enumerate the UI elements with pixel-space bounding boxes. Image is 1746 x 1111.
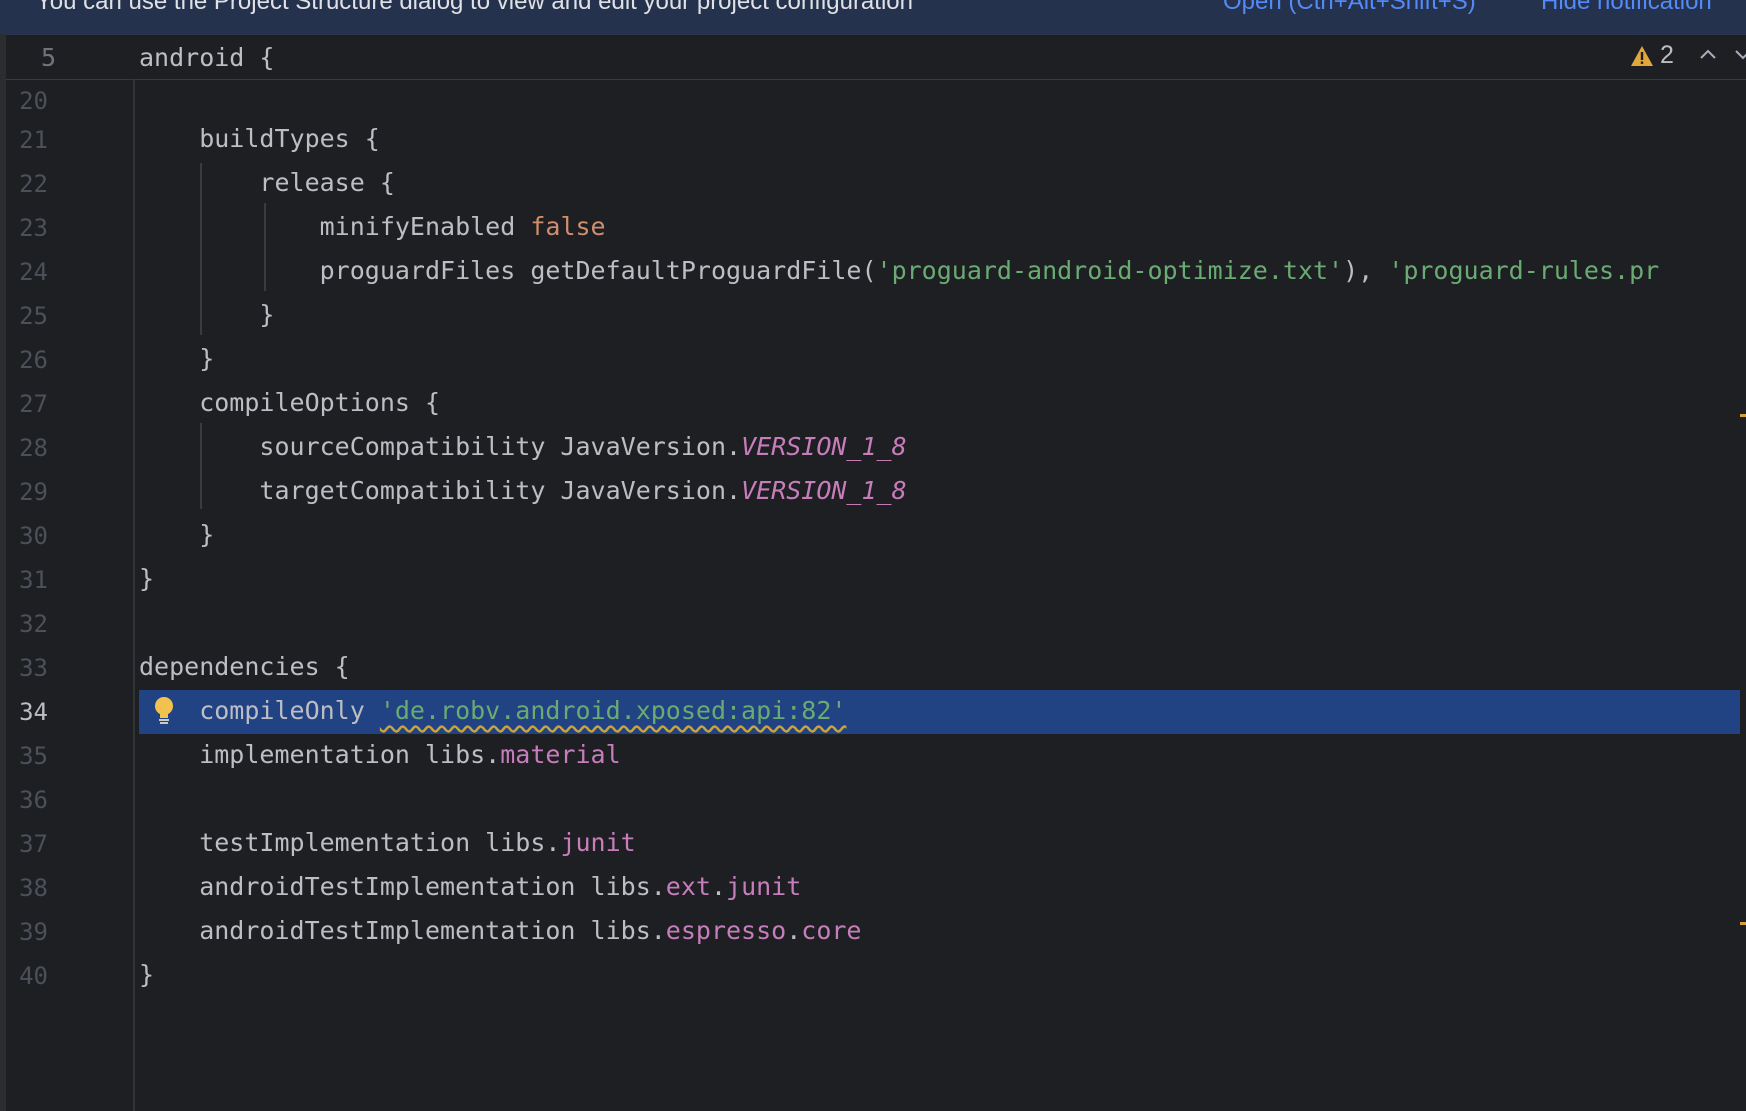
code-token: androidTestImplementation libs. — [139, 872, 666, 901]
code-line[interactable]: 32 — [6, 602, 1740, 646]
code-line[interactable]: 21 buildTypes { — [6, 118, 1740, 162]
code-token: compileOnly — [139, 696, 380, 725]
warning-count: 2 — [1660, 41, 1674, 69]
code-line[interactable]: 25 } — [6, 294, 1740, 338]
line-number: 32 — [19, 610, 48, 638]
code-token: . — [710, 872, 727, 901]
code-token: androidTestImplementation libs. — [139, 916, 666, 945]
code-token: targetCompatibility JavaVersion. — [139, 476, 742, 505]
code-line[interactable]: 24 proguardFiles getDefaultProguardFile(… — [6, 250, 1740, 294]
code-line[interactable]: 33 dependencies { — [6, 646, 1740, 690]
code-token: proguardFiles getDefaultProguardFile( — [139, 256, 877, 285]
string-token: 'proguard-rules.pr — [1388, 256, 1660, 285]
line-number: 40 — [19, 962, 48, 990]
code-token: testImplementation libs. — [139, 828, 561, 857]
line-number: 24 — [19, 258, 48, 286]
line-number: 30 — [19, 522, 48, 550]
line-number: 36 — [19, 786, 48, 814]
code-text: minifyEnabled false — [139, 212, 606, 241]
keyword-token: false — [530, 212, 606, 241]
code-text: androidTestImplementation libs.ext.junit — [139, 872, 801, 901]
property-token: material — [500, 740, 621, 769]
notification-bar: You can use the Project Structure dialog… — [0, 0, 1746, 35]
code-text: implementation libs.material — [139, 740, 621, 769]
line-number: 29 — [19, 478, 48, 506]
code-token: sourceCompatibility JavaVersion. — [139, 432, 742, 461]
line-number: 38 — [19, 874, 48, 902]
code-line[interactable]: 27 compileOptions { — [6, 382, 1740, 426]
line-number: 39 — [19, 918, 48, 946]
lightbulb-icon[interactable] — [153, 696, 175, 730]
previous-highlight-icon[interactable] — [1698, 39, 1718, 75]
code-text: } — [139, 344, 215, 373]
current-code-line[interactable]: 34 compileOnly 'de.robv.android.xposed:a… — [6, 690, 1740, 734]
code-text: dependencies { — [139, 652, 350, 681]
scrollbar-warning-marker[interactable] — [1740, 414, 1746, 417]
code-text: proguardFiles getDefaultProguardFile('pr… — [139, 256, 1660, 285]
code-line[interactable]: 29 targetCompatibility JavaVersion.VERSI… — [6, 470, 1740, 514]
field-token: VERSION_1_8 — [741, 432, 907, 461]
notification-message: You can use the Project Structure dialog… — [36, 0, 913, 15]
line-number: 21 — [19, 126, 48, 154]
code-token: implementation libs. — [139, 740, 501, 769]
code-token: . — [786, 916, 802, 945]
scrollbar-warning-marker[interactable] — [1740, 922, 1746, 925]
sticky-line-number: 5 — [40, 43, 56, 72]
code-token: ), — [1343, 256, 1389, 285]
code-line[interactable]: 20 — [6, 79, 1740, 123]
code-line[interactable]: 37 testImplementation libs.junit — [6, 822, 1740, 866]
code-text: sourceCompatibility JavaVersion.VERSION_… — [139, 432, 907, 461]
code-text: } — [139, 520, 215, 549]
code-line[interactable]: 35 implementation libs.material — [6, 734, 1740, 778]
warning-icon — [1631, 45, 1653, 66]
code-text: compileOnly 'de.robv.android.xposed:api:… — [139, 696, 846, 725]
line-number: 26 — [19, 346, 48, 374]
property-token: junit — [726, 872, 802, 901]
field-token: VERSION_1_8 — [741, 476, 907, 505]
open-project-structure-link[interactable]: Open (Ctrl+Alt+Shift+S) — [1223, 0, 1476, 16]
sticky-header-line[interactable]: 5 android { 2 — [6, 35, 1746, 80]
code-line[interactable]: 22 release { — [6, 162, 1740, 206]
property-token: espresso — [665, 916, 787, 945]
code-text: } — [139, 564, 155, 593]
property-token: junit — [560, 828, 636, 857]
line-number: 23 — [19, 214, 48, 242]
hide-notification-link[interactable]: Hide notification — [1541, 0, 1712, 16]
code-line[interactable]: 38 androidTestImplementation libs.ext.ju… — [6, 866, 1740, 910]
code-line[interactable]: 26 } — [6, 338, 1740, 382]
code-text: buildTypes { — [139, 124, 380, 153]
code-line[interactable]: 28 sourceCompatibility JavaVersion.VERSI… — [6, 426, 1740, 470]
code-line[interactable]: 39 androidTestImplementation libs.espres… — [6, 910, 1740, 954]
code-text: release { — [139, 168, 395, 197]
code-line[interactable]: 36 — [6, 778, 1740, 822]
string-token: 'proguard-android-optimize.txt' — [876, 256, 1344, 285]
warning-indicator[interactable]: 2 — [1630, 41, 1674, 70]
string-token-warning: 'de.robv.android.xposed:api:82' — [379, 696, 847, 725]
code-token: minifyEnabled — [139, 212, 531, 241]
line-number: 37 — [19, 830, 48, 858]
property-token: core — [801, 916, 862, 945]
line-number: 35 — [19, 742, 48, 770]
code-text: testImplementation libs.junit — [139, 828, 636, 857]
next-highlight-icon[interactable] — [1734, 39, 1746, 75]
line-number: 31 — [19, 566, 48, 594]
code-line[interactable]: 30 } — [6, 514, 1740, 558]
code-text: androidTestImplementation libs.espresso.… — [139, 916, 862, 945]
code-line[interactable]: 23 minifyEnabled false — [6, 206, 1740, 250]
code-text: targetCompatibility JavaVersion.VERSION_… — [139, 476, 907, 505]
line-number: 27 — [19, 390, 48, 418]
line-number: 33 — [19, 654, 48, 682]
code-text: } — [139, 960, 155, 989]
code-text: } — [139, 300, 275, 329]
line-number: 20 — [19, 87, 48, 115]
line-number: 28 — [19, 434, 48, 462]
code-text: compileOptions { — [139, 388, 441, 417]
line-number: 22 — [19, 170, 48, 198]
code-line[interactable]: 31 } — [6, 558, 1740, 602]
line-number: 34 — [19, 698, 48, 726]
property-token: ext — [665, 872, 711, 901]
sticky-code[interactable]: android { — [139, 43, 274, 72]
code-line[interactable]: 40 } — [6, 954, 1740, 998]
line-number: 25 — [19, 302, 48, 330]
